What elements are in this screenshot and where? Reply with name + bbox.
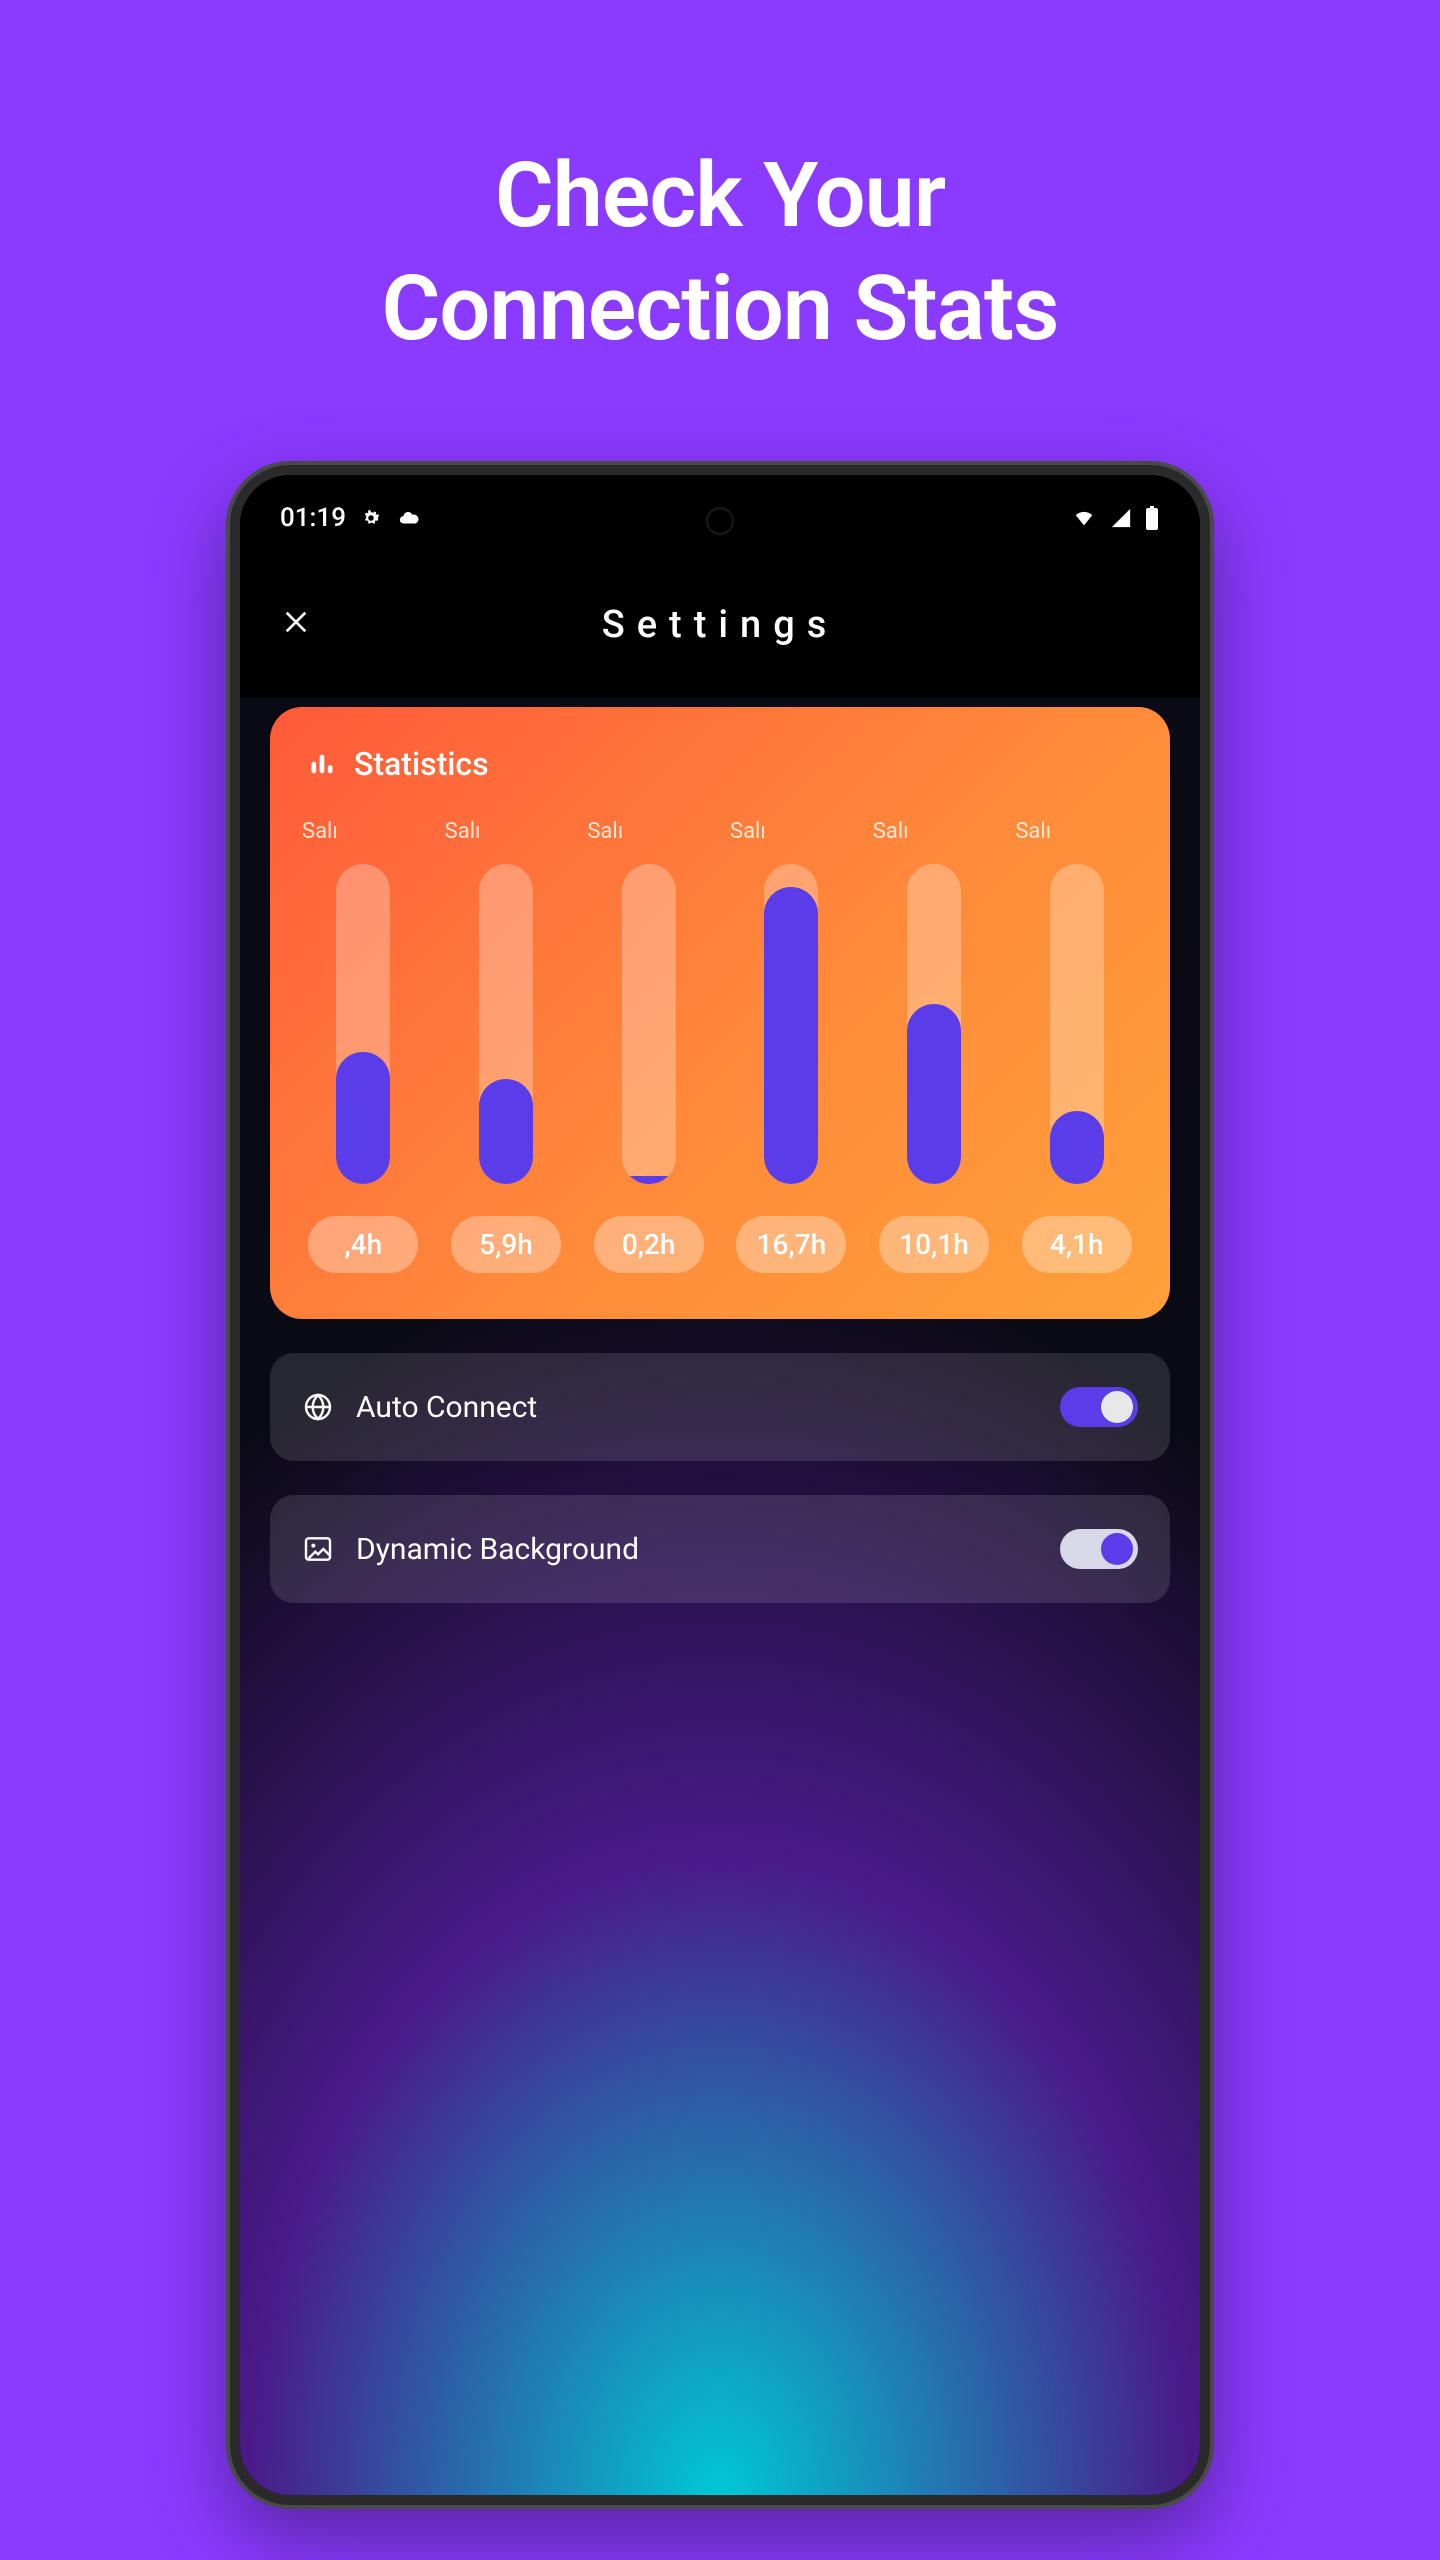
chart-bar-track [907, 864, 961, 1184]
chart-bar-track [479, 864, 533, 1184]
gear-icon [360, 507, 382, 529]
app-header: Settings [240, 553, 1200, 697]
chart-hour-value: 10,1h [879, 1216, 989, 1273]
status-left: 01:19 [280, 503, 422, 533]
chart-bar-track [764, 864, 818, 1184]
chart-hour-value: 4,1h [1022, 1216, 1132, 1273]
chart-column: Salı 4,1h [1011, 819, 1142, 1273]
setting-dynamic-background[interactable]: Dynamic Background [270, 1495, 1170, 1603]
chart-hour-value: ,4h [308, 1216, 418, 1273]
chart-day-label: Salı [441, 819, 481, 844]
auto-connect-toggle[interactable] [1060, 1387, 1138, 1427]
chart-bar-fill [336, 1052, 390, 1184]
status-right [1070, 506, 1160, 530]
setting-label: Auto Connect [356, 1390, 1038, 1425]
chart-bar-track [336, 864, 390, 1184]
app-screen: 01:19 [240, 475, 1200, 2495]
content: Statistics Salı ,4h Salı 5,9h Salı 0,2h Salı 16… [240, 697, 1200, 1603]
setting-auto-connect[interactable]: Auto Connect [270, 1353, 1170, 1461]
toggle-knob [1101, 1391, 1133, 1423]
cloud-icon [396, 507, 422, 529]
chart-bar-fill [1050, 1111, 1104, 1184]
chart-bar-fill [622, 1176, 676, 1184]
chart-hour-value: 0,2h [594, 1216, 704, 1273]
camera-notch [706, 507, 734, 535]
statistics-chart: Salı ,4h Salı 5,9h Salı 0,2h Salı 16,7h Salı 10,1… [298, 819, 1142, 1273]
chart-day-label: Salı [869, 819, 909, 844]
chart-day-label: Salı [583, 819, 623, 844]
toggle-knob [1101, 1533, 1133, 1565]
setting-label: Dynamic Background [356, 1532, 1038, 1567]
chart-column: Salı 10,1h [869, 819, 1000, 1273]
wifi-icon [1070, 507, 1098, 529]
phone-frame: 01:19 [230, 465, 1210, 2505]
status-time: 01:19 [280, 503, 346, 533]
statistics-card: Statistics Salı ,4h Salı 5,9h Salı 0,2h Salı 16… [270, 707, 1170, 1319]
close-button[interactable] [280, 606, 312, 645]
chart-column: Salı ,4h [298, 819, 429, 1273]
statistics-header: Statistics [298, 745, 1142, 783]
battery-icon [1144, 506, 1160, 530]
chart-bar-fill [907, 1004, 961, 1184]
chart-day-label: Salı [298, 819, 338, 844]
globe-icon [302, 1391, 334, 1423]
chart-bar-fill [764, 887, 818, 1184]
chart-bar-fill [479, 1079, 533, 1184]
chart-day-label: Salı [1011, 819, 1051, 844]
chart-hour-value: 16,7h [736, 1216, 846, 1273]
image-icon [302, 1533, 334, 1565]
statistics-title: Statistics [354, 745, 489, 783]
promo-title: Check YourConnection Stats [382, 140, 1059, 365]
chart-column: Salı 0,2h [583, 819, 714, 1273]
chart-column: Salı 5,9h [441, 819, 572, 1273]
chart-day-label: Salı [726, 819, 766, 844]
chart-column: Salı 16,7h [726, 819, 857, 1273]
chart-hour-value: 5,9h [451, 1216, 561, 1273]
bar-chart-icon [308, 750, 336, 778]
chart-bar-track [622, 864, 676, 1184]
signal-icon [1108, 507, 1134, 529]
dynamic-background-toggle[interactable] [1060, 1529, 1138, 1569]
chart-bar-track [1050, 864, 1104, 1184]
page-title: Settings [280, 603, 1160, 647]
